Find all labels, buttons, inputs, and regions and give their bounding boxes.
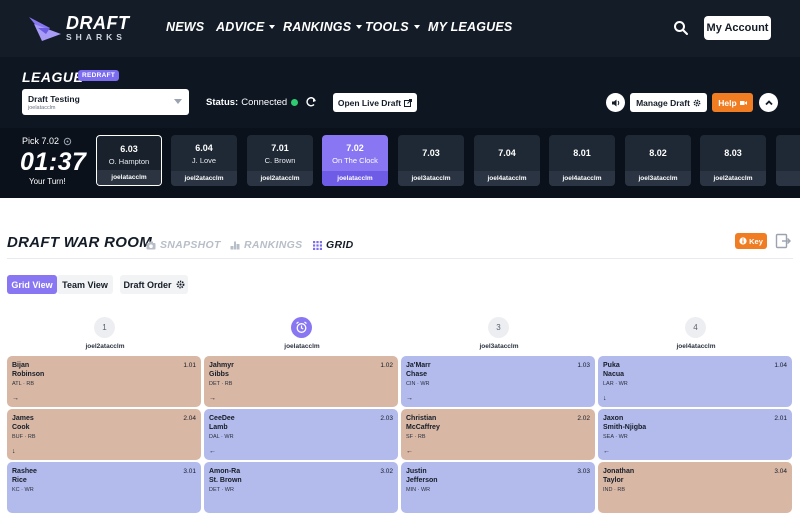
- league-select-user: joelatacclm: [28, 105, 56, 111]
- chevron-down-icon: [174, 99, 182, 104]
- league-select[interactable]: Draft Testing joelatacclm: [22, 89, 189, 115]
- help-button[interactable]: Help: [712, 93, 753, 112]
- draft-slot-number: 1: [94, 317, 115, 338]
- my-account-button[interactable]: My Account: [704, 16, 771, 40]
- sound-toggle-button[interactable]: [606, 93, 625, 112]
- pick-card[interactable]: 8.02 joel3atacclm: [625, 135, 691, 186]
- league-select-name: Draft Testing: [28, 94, 80, 104]
- pick-card[interactable]: 7.01 C. Brown joel2atacclm: [247, 135, 313, 186]
- snake-direction-icon: ←: [603, 448, 610, 455]
- team-name: joel4atacclm: [676, 343, 716, 350]
- tab-rankings[interactable]: RANKINGS: [230, 239, 302, 251]
- draft-column-header: 3 joel3atacclm: [401, 316, 597, 352]
- refresh-icon[interactable]: [305, 96, 317, 108]
- speaker-icon: [611, 99, 619, 106]
- player-card[interactable]: Ja'Marr Chase CIN · WR 1.03 →: [401, 356, 595, 407]
- turn-status: Your Turn!: [29, 177, 66, 186]
- logo[interactable]: DRAFT SHARKS: [28, 14, 130, 42]
- league-bar: LEAGUE REDRAFT Draft Testing joelatacclm…: [0, 57, 800, 128]
- team-name: joel2atacclm: [85, 343, 125, 350]
- key-button[interactable]: Key: [735, 233, 767, 249]
- camera-icon: [146, 241, 156, 249]
- top-nav: DRAFT SHARKS NEWS ADVICE RANKINGS TOOLS …: [0, 0, 800, 57]
- nav-tools[interactable]: TOOLS: [365, 20, 420, 34]
- picks-bar: Pick 7.02 01:37 Your Turn! 6.03 O. Hampt…: [0, 128, 800, 198]
- pick-card[interactable]: 6.03 O. Hampton joelatacclm: [96, 135, 162, 186]
- chevron-down-icon: [269, 25, 276, 29]
- player-card[interactable]: Bijan Robinson ATL · RB 1.01 →: [7, 356, 201, 407]
- player-card[interactable]: James Cook BUF · RB 2.04 ↓: [7, 409, 201, 460]
- chevron-up-icon: [764, 99, 773, 105]
- player-card[interactable]: Jonathan Taylor IND · RB 3.04: [598, 462, 792, 513]
- player-card[interactable]: Jahmyr Gibbs DET · RB 1.02 →: [204, 356, 398, 407]
- team-name: joel3atacclm: [479, 343, 519, 350]
- tab-grid[interactable]: GRID: [313, 239, 353, 251]
- war-room-title: DRAFT WAR ROOM: [7, 234, 153, 251]
- export-icon[interactable]: [775, 233, 791, 249]
- snake-direction-icon: ←: [406, 448, 413, 455]
- snake-direction-icon: →: [12, 395, 19, 402]
- open-live-draft-button[interactable]: Open Live Draft: [333, 93, 417, 112]
- team-view-button[interactable]: Team View: [57, 275, 113, 294]
- search-icon[interactable]: [673, 20, 689, 36]
- player-card[interactable]: Puka Nacua LAR · WR 1.04 ↓: [598, 356, 792, 407]
- shark-logo-icon: [29, 17, 61, 41]
- player-card[interactable]: Amon-Ra St. Brown DET · WR 3.02: [204, 462, 398, 513]
- draft-column-header: 4 joel4atacclm: [598, 316, 794, 352]
- rankings-icon: [230, 241, 240, 249]
- draft-order-button[interactable]: Draft Order: [120, 275, 188, 294]
- current-pick-label: Pick 7.02: [22, 136, 72, 146]
- nav-news[interactable]: NEWS: [166, 20, 204, 34]
- gear-icon: [176, 280, 184, 289]
- grid-view-button[interactable]: Grid View: [7, 275, 57, 294]
- chevron-down-icon: [413, 25, 420, 29]
- snake-direction-icon: ↓: [603, 395, 607, 402]
- draft-column-header: 1 joel2atacclm: [7, 316, 203, 352]
- nav-my-leagues[interactable]: MY LEAGUES: [428, 20, 512, 34]
- snake-direction-icon: ←: [209, 448, 216, 455]
- alarm-clock-icon: [291, 317, 312, 338]
- pick-card-on-clock[interactable]: 7.02 On The Clock joelatacclm: [322, 135, 388, 186]
- status-dot-icon: [291, 99, 299, 106]
- draft-column-header: joelatacclm: [204, 316, 400, 352]
- pick-card[interactable]: 8.03 joel2atacclm: [700, 135, 766, 186]
- info-icon: [739, 237, 747, 245]
- pick-card-partial[interactable]: [776, 135, 800, 186]
- pick-card[interactable]: 7.03 joel3atacclm: [398, 135, 464, 186]
- player-card[interactable]: Christian McCaffrey SF · RB 2.02 ←: [401, 409, 595, 460]
- snake-direction-icon: →: [406, 395, 413, 402]
- collapse-button[interactable]: [759, 93, 778, 112]
- grid-icon: [313, 240, 322, 250]
- nav-rankings[interactable]: RANKINGS: [283, 20, 363, 34]
- pick-card[interactable]: 6.04 J. Love joel2atacclm: [171, 135, 237, 186]
- pick-card[interactable]: 8.01 joel4atacclm: [549, 135, 615, 186]
- tab-snapshot[interactable]: SNAPSHOT: [146, 239, 221, 251]
- player-card[interactable]: Rashee Rice KC · WR 3.01: [7, 462, 201, 513]
- league-title: LEAGUE: [22, 69, 84, 85]
- chevron-down-icon: [356, 25, 363, 29]
- target-icon: [63, 137, 72, 145]
- pick-timer: 01:37: [20, 148, 87, 176]
- video-icon: [739, 100, 747, 105]
- team-name: joelatacclm: [284, 343, 320, 350]
- divider: [7, 258, 793, 259]
- player-card[interactable]: Justin Jefferson MIN · WR 3.03: [401, 462, 595, 513]
- snake-direction-icon: →: [209, 395, 216, 402]
- gear-icon: [693, 99, 701, 106]
- draft-slot-number: 3: [488, 317, 509, 338]
- pick-card[interactable]: 7.04 joel4atacclm: [474, 135, 540, 186]
- logo-text-sharks: SHARKS: [66, 32, 126, 43]
- nav-advice[interactable]: ADVICE: [216, 20, 276, 34]
- logo-text-draft: DRAFT: [66, 13, 130, 34]
- redraft-badge: REDRAFT: [78, 70, 120, 81]
- snake-direction-icon: ↓: [12, 448, 16, 455]
- player-card[interactable]: Jaxon Smith-Njigba SEA · WR 2.01 ←: [598, 409, 792, 460]
- draft-slot-number: 4: [685, 317, 706, 338]
- external-link-icon: [404, 98, 413, 107]
- player-card[interactable]: CeeDee Lamb DAL · WR 2.03 ←: [204, 409, 398, 460]
- manage-draft-button[interactable]: Manage Draft: [630, 93, 707, 112]
- connection-status: Status: Connected: [206, 97, 299, 108]
